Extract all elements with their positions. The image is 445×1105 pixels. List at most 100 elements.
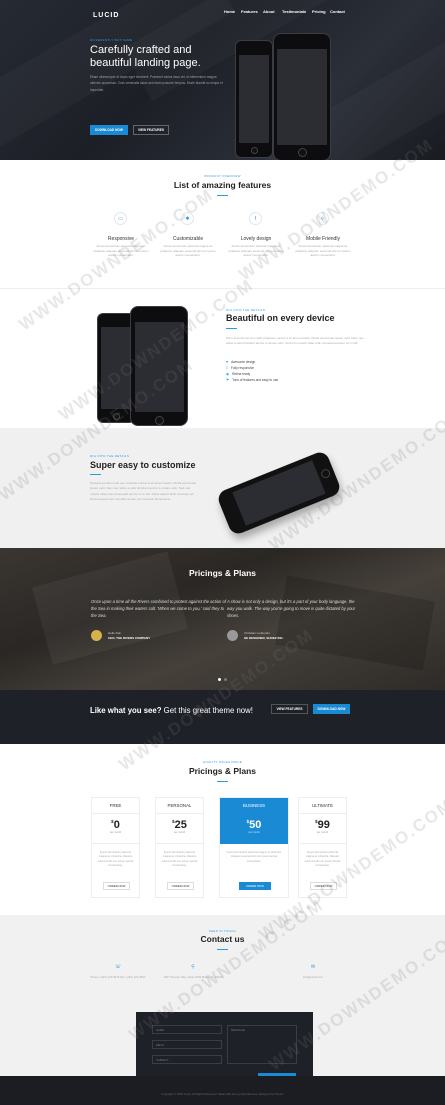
nav-testimonials[interactable]: Testimonials xyxy=(282,9,306,14)
contact-title: Contact us xyxy=(200,934,245,944)
quote-author: Hello Dan xyxy=(108,631,122,635)
beautiful-divider xyxy=(226,328,237,329)
nav-about[interactable]: About xyxy=(263,9,275,14)
plan-personal: PERSONAL $25 per month Fusce fermentum pl… xyxy=(155,797,204,898)
quote-role: CEO, THE RIVERS COMPANY xyxy=(108,636,151,640)
cta-text: Like what you see? Get this great theme … xyxy=(90,706,253,715)
hero-tagline: DIFFERENTLY BUT SAME xyxy=(90,38,133,42)
contact-address: 1907 Wonder Way, Suite 1603 Miami, FL 33… xyxy=(163,975,223,979)
plan-text: Fusce fermentum placerat magna ac pharet… xyxy=(97,851,134,868)
download-now-button[interactable]: DOWNLOAD NOW xyxy=(90,125,128,135)
facebook-icon: f xyxy=(249,212,262,225)
customize-section xyxy=(0,428,445,548)
hero-text: Etiam ullamcorper id turpis eget hendrer… xyxy=(90,75,223,92)
feature-title-mobile-friendly: Mobile Friendly xyxy=(306,236,340,242)
feature-text: Fusce fermentum placerat magna ac pharet… xyxy=(295,244,351,258)
beautiful-text: Ohm sed nisi vel sem vidit vulputate cur… xyxy=(226,336,364,346)
features-tagline: PRODUCT OVERVIEW xyxy=(204,174,241,178)
plan-name: FREE xyxy=(92,798,139,814)
download-now-button[interactable]: DOWNLOAD NOW xyxy=(313,704,350,714)
pricing-divider xyxy=(217,781,228,782)
feature-text: Fusce fermentum placerat magna ac pharet… xyxy=(228,244,284,258)
plan-name: PERSONAL xyxy=(156,798,203,814)
customize-tagline: DIG INTO THE DETAILS xyxy=(90,454,130,458)
list-item: ◉ Retina ready xyxy=(226,372,251,376)
list-item: ♥ Awesome design xyxy=(226,360,256,364)
order-now-button[interactable]: ORDER NOW xyxy=(167,882,194,890)
feature-title-lovely-design: Lovely design xyxy=(240,236,272,242)
plan-business: BUSINESS $50 per month Fusce fermentum pl… xyxy=(219,797,289,898)
feature-text: Fusce fermentum placerat magna ac pharet… xyxy=(93,244,149,258)
plan-name: BUSINESS xyxy=(220,798,288,814)
mobile-icon: ▯ xyxy=(226,366,228,370)
contact-divider xyxy=(217,949,228,950)
eye-icon: ◉ xyxy=(226,372,230,376)
contact-email: info@email.com xyxy=(302,975,324,979)
view-features-button[interactable]: VIEW FEATURES xyxy=(271,704,308,714)
beautiful-tagline: DIG INTO THE DETAILS xyxy=(226,308,266,312)
nav-features[interactable]: Features xyxy=(241,9,258,14)
hero-title: Carefully crafted and beautiful landing … xyxy=(90,44,201,69)
features-divider xyxy=(217,195,228,196)
feature-title-responsive: Responsive xyxy=(107,236,135,242)
quote-role: HE DESIGNER, SHOEZ INC. xyxy=(244,636,284,640)
plan-price: $25 per month xyxy=(156,814,203,844)
pricing-tagline: QUALITY SALES PRICE xyxy=(203,760,242,764)
mail-icon: ✉ xyxy=(310,964,316,970)
feature-title-customizable: Customizable xyxy=(172,236,204,242)
plan-text: Fusce fermentum placerat magna ac pharet… xyxy=(226,851,282,863)
plan-name: ULTIMATE xyxy=(299,798,346,814)
logo[interactable]: LUCID xyxy=(93,12,119,19)
customize-title: Super easy to customize xyxy=(90,460,196,470)
phone-image-large xyxy=(130,306,188,426)
flag-icon: ⚑ xyxy=(226,378,230,382)
plan-ultimate: ULTIMATE $99 per month Fusce fermentum pl… xyxy=(298,797,347,898)
hero-section: LUCID Home Features About Testimonials P… xyxy=(0,0,445,160)
view-features-button[interactable]: VIEW FEATURES xyxy=(133,125,169,135)
plan-text: Fusce fermentum placerat magna ac pharet… xyxy=(304,851,341,868)
avatar xyxy=(227,630,238,641)
features-title: List of amazing features xyxy=(173,180,272,190)
order-now-button[interactable]: ORDER NOW xyxy=(103,882,130,890)
contact-tagline: KEEP IN TOUCH xyxy=(208,929,237,933)
nav-pricing[interactable]: Pricing xyxy=(312,9,326,14)
gear-icon: ✱ xyxy=(181,212,194,225)
list-item: ▯ Fully responsive xyxy=(226,366,254,370)
phone-image-front xyxy=(273,33,331,160)
customize-divider xyxy=(90,474,101,475)
contact-phone: Phone: (415) 124-5678 Fax: (415) 123-456… xyxy=(90,975,146,979)
slider-dot-active[interactable] xyxy=(218,678,221,681)
message-field[interactable]: MESSAGE xyxy=(227,1025,297,1064)
footer: Copyright © 2015 Lucid, All Rights Reser… xyxy=(0,1076,445,1105)
slider-dot[interactable] xyxy=(224,678,227,681)
list-item: ⚑ Tons of features and easy to use xyxy=(226,378,279,382)
testimonials-section: Pricings & Plans Once upon a time all th… xyxy=(0,548,445,690)
customize-text: Quisque pretium velit nec molestie cursu… xyxy=(90,481,197,501)
nav-home[interactable]: Home xyxy=(224,9,235,14)
plan-text: Fusce fermentum placerat magna ac pharet… xyxy=(161,851,198,868)
phone-image-back xyxy=(235,40,273,158)
quote-text: Once upon a time all the Rivers combined… xyxy=(91,599,227,618)
quote-text: A show is not only a design, but it's a … xyxy=(227,599,356,618)
cta-section: Like what you see? Get this great theme … xyxy=(0,690,445,744)
email-field[interactable]: EMAIL xyxy=(152,1040,222,1049)
plan-free: FREE $0 per month Fusce fermentum placera… xyxy=(91,797,140,898)
plan-price: $50 per month xyxy=(220,814,288,844)
name-field[interactable]: NAME xyxy=(152,1025,222,1034)
footer-copyright: Copyright © 2015 Lucid, All Rights Reser… xyxy=(161,1092,284,1096)
location-icon: ⚲ xyxy=(191,964,195,970)
pricing-title: Pricings & Plans xyxy=(188,766,257,776)
feature-text: Fusce fermentum placerat magna ac pharet… xyxy=(160,244,216,258)
drop-icon: ◊ xyxy=(316,212,329,225)
order-now-button[interactable]: ORDER NOW xyxy=(310,882,337,890)
avatar xyxy=(91,630,102,641)
nav-contact[interactable]: Contact xyxy=(330,9,345,14)
phone-icon: ☏ xyxy=(114,964,122,970)
subject-field[interactable]: SUBJECT xyxy=(152,1055,222,1064)
order-now-button[interactable]: ORDER NOW xyxy=(239,882,271,890)
monitor-icon: ▭ xyxy=(114,212,127,225)
landing-page: LUCID Home Features About Testimonials P… xyxy=(0,0,445,1105)
plan-price: $0 per month xyxy=(92,814,139,844)
beautiful-title: Beautiful on every device xyxy=(226,313,335,323)
plan-price: $99 per month xyxy=(299,814,346,844)
